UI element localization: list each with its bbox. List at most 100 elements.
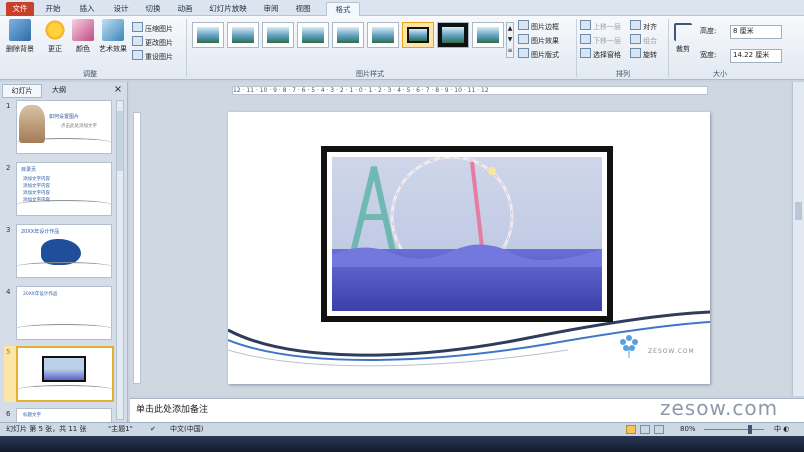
selection-pane-icon: [580, 48, 591, 58]
group-label-picture-styles: 图片样式: [356, 70, 384, 78]
zoom-slider-thumb[interactable]: [748, 425, 752, 434]
picture-style-6[interactable]: [367, 22, 399, 48]
zoom-level[interactable]: 80%: [680, 423, 696, 436]
compress-icon: [132, 22, 143, 32]
tab-slideshow[interactable]: 幻灯片放映: [204, 2, 252, 16]
selection-pane-button[interactable]: 选择窗格: [580, 48, 621, 59]
align-button[interactable]: 对齐: [630, 20, 657, 31]
align-icon: [630, 20, 641, 30]
slide-thumbnail-4[interactable]: 4 20XX年设计作品: [4, 286, 112, 340]
bring-forward-icon: [580, 20, 591, 30]
picture-style-3[interactable]: [262, 22, 294, 48]
picture-layout-button[interactable]: 图片版式: [518, 48, 559, 59]
group-icon: [630, 34, 641, 44]
tab-format[interactable]: 格式: [326, 2, 360, 17]
artistic-effects-button[interactable]: 艺术效果: [96, 19, 130, 54]
tab-outline[interactable]: 大纲: [42, 84, 76, 96]
tab-animations[interactable]: 动画: [172, 2, 198, 16]
crop-button[interactable]: 裁剪: [672, 19, 694, 54]
color-button[interactable]: 颜色: [70, 19, 96, 54]
spellcheck-icon[interactable]: ✔: [150, 423, 156, 436]
ribbon-tabs: 文件 开始 插入 设计 切换 动画 幻灯片放映 审阅 视图 格式: [0, 0, 804, 17]
rotate-icon: [630, 48, 641, 58]
height-label: 高度:: [700, 27, 717, 35]
change-picture-icon: [132, 36, 143, 46]
zoom-slider[interactable]: [704, 429, 764, 430]
flower-logo-icon: [620, 335, 638, 358]
close-pane-icon[interactable]: ×: [112, 84, 124, 96]
reset-icon: [132, 50, 143, 60]
reset-picture-button[interactable]: 重设图片: [132, 50, 173, 61]
theme-name: "主题1": [108, 425, 133, 433]
rotate-button[interactable]: 旋转: [630, 48, 657, 59]
picture-style-1[interactable]: [192, 22, 224, 48]
picture-style-9[interactable]: [472, 22, 504, 48]
picture-style-7-selected[interactable]: [402, 22, 434, 48]
slide-logo-text: ZESOW.COM: [648, 348, 695, 355]
scroll-thumb[interactable]: [795, 202, 802, 220]
status-bar: 幻灯片 第 5 张，共 11 张 "主题1" ✔ 中文(中国) 80% 中 ◐: [0, 422, 804, 436]
send-backward-icon: [580, 34, 591, 44]
remove-background-icon: [9, 19, 31, 41]
tab-view[interactable]: 视图: [290, 2, 316, 16]
picture-style-8[interactable]: [437, 22, 469, 48]
group-label-adjust: 调整: [83, 70, 97, 78]
picture-style-5[interactable]: [332, 22, 364, 48]
reading-view-button[interactable]: [654, 425, 664, 434]
separator: [576, 19, 577, 77]
framed-photo-mini: [42, 356, 86, 382]
picture-style-2[interactable]: [227, 22, 259, 48]
layout-icon: [518, 48, 529, 58]
bring-forward-button[interactable]: 上移一层: [580, 20, 621, 31]
compress-pictures-button[interactable]: 压缩图片: [132, 22, 173, 33]
slide-thumbnail-1[interactable]: 1 如何设置图片 点击此处添加文字: [4, 100, 112, 154]
slide-thumbnail-5-selected[interactable]: 5: [4, 346, 114, 402]
send-backward-button[interactable]: 下移一层: [580, 34, 621, 45]
vertical-ruler: [133, 112, 141, 384]
crop-icon: [674, 23, 692, 41]
styles-gallery-scroll[interactable]: ▲ ▼ ≡: [506, 22, 514, 58]
picture-effects-button[interactable]: 图片效果: [518, 34, 559, 45]
picture-style-4[interactable]: [297, 22, 329, 48]
border-icon: [518, 20, 529, 30]
slide-sorter-button[interactable]: [640, 425, 650, 434]
change-picture-button[interactable]: 更改图片: [132, 36, 173, 47]
width-field[interactable]: 14.22 厘米: [730, 49, 782, 63]
language-indicator[interactable]: 中文(中国): [170, 423, 203, 436]
slide-counter: 幻灯片 第 5 张，共 11 张: [6, 425, 87, 433]
picture-border-button[interactable]: 图片边框: [518, 20, 559, 31]
group-label-size: 大小: [713, 70, 727, 78]
remove-background-button[interactable]: 删除背景: [2, 19, 38, 54]
color-icon: [72, 19, 94, 41]
normal-view-button[interactable]: [626, 425, 636, 434]
slide-thumbnail-2[interactable]: 2 目录页 添加文字内容 添加文字内容 添加文字内容 添加文字内容: [4, 162, 112, 216]
horizontal-ruler: 12 · 11 · 10 · 9 · 8 · 7 · 6 · 5 · 4 · 3…: [232, 86, 708, 95]
separator: [186, 19, 187, 77]
height-field[interactable]: 8 厘米: [730, 25, 782, 39]
tab-review[interactable]: 审阅: [258, 2, 284, 16]
ime-toolbar-icon[interactable]: 中 ◐: [774, 423, 789, 436]
ferris-wheel-flowers-photo[interactable]: [332, 157, 602, 311]
slide-thumbnail-6[interactable]: 6 标题文字: [4, 408, 112, 422]
separator: [668, 19, 669, 77]
group-button[interactable]: 组合: [630, 34, 657, 45]
canvas-vertical-scrollbar[interactable]: [792, 82, 804, 396]
tab-design[interactable]: 设计: [108, 2, 134, 16]
tab-insert[interactable]: 插入: [74, 2, 100, 16]
tab-slides[interactable]: 幻灯片: [2, 84, 42, 98]
tab-file[interactable]: 文件: [6, 2, 34, 16]
corrections-button[interactable]: 更正: [40, 19, 70, 54]
ribbon: 删除背景 更正 颜色 艺术效果 压缩图片 更改图片 重设图片 调整 ▲ ▼ ≡ 图片…: [0, 16, 804, 80]
group-label-arrange: 排列: [616, 70, 630, 78]
portrait-image: [19, 105, 45, 143]
sun-icon: [44, 19, 66, 41]
artistic-effects-icon: [102, 19, 124, 41]
slide-thumbnail-3[interactable]: 3 20XX年设计作品: [4, 224, 112, 278]
slides-pane-scrollbar[interactable]: [116, 100, 124, 420]
width-label: 宽度:: [700, 51, 717, 59]
video-watermark: zesow.com: [660, 396, 779, 420]
slides-pane: 幻灯片 大纲 × 1 如何设置图片 点击此处添加文字 2 目录页 添加文字内容 …: [0, 82, 128, 422]
tab-home[interactable]: 开始: [40, 2, 66, 16]
taskbar: [0, 436, 804, 452]
tab-transitions[interactable]: 切换: [140, 2, 166, 16]
